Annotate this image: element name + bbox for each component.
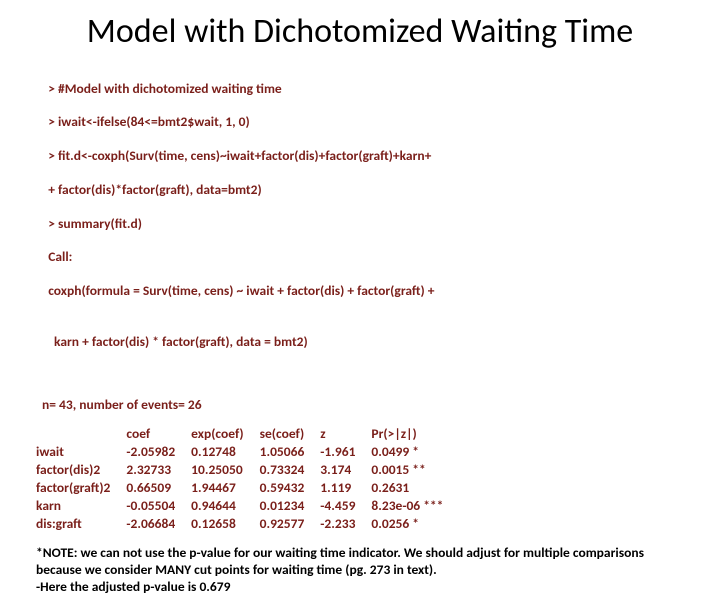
cell: 2.32733 [126, 461, 191, 479]
cell: factor(graft)2 [36, 479, 126, 497]
table-row: dis:graft -2.06684 0.12658 0.92577 -2.23… [36, 515, 459, 533]
col-header: exp(coef) [191, 425, 259, 443]
note-block: *NOTE: we can not use the p-value for ou… [36, 545, 684, 596]
note-line: *NOTE: we can not use the p-value for ou… [36, 544, 644, 578]
code-line: > #Model with dichotomized waiting time [48, 80, 282, 97]
stats-line: n= 43, number of events= 26 [42, 396, 684, 413]
cell: dis:graft [36, 515, 126, 533]
table-header-row: coef exp(coef) se(coef) z Pr(>|z|) [36, 425, 459, 443]
col-header: se(coef) [260, 425, 321, 443]
col-header: z [320, 425, 371, 443]
cell: 0.92577 [260, 515, 321, 533]
note-line: -Here the adjusted p-value is 0.679 [36, 578, 230, 595]
cell: -4.459 [320, 497, 371, 515]
col-header: Pr(>|z|) [371, 425, 459, 443]
cell: 0.12748 [191, 443, 259, 461]
slide: Model with Dichotomized Waiting Time > #… [0, 0, 720, 596]
cell: -2.233 [320, 515, 371, 533]
cell: 0.59432 [260, 479, 321, 497]
table-row: factor(graft)2 0.66509 1.94467 0.59432 1… [36, 479, 459, 497]
cell: 0.94644 [191, 497, 259, 515]
code-line: Call: [48, 248, 72, 265]
cell: 1.94467 [191, 479, 259, 497]
code-block: > #Model with dichotomized waiting time … [36, 64, 684, 385]
cell: 0.12658 [191, 515, 259, 533]
cell: 8.23e-06 *** [371, 497, 459, 515]
cell: 0.01234 [260, 497, 321, 515]
code-line: coxph(formula = Surv(time, cens) ~ iwait… [48, 282, 434, 299]
cell: 0.0499 * [371, 443, 459, 461]
code-line: > fit.d<-coxph(Surv(time, cens)~iwait+fa… [48, 147, 431, 164]
code-line: karn + factor(dis) * factor(graft), data… [36, 334, 684, 351]
cell: 3.174 [320, 461, 371, 479]
cell: 10.25050 [191, 461, 259, 479]
cell: karn [36, 497, 126, 515]
code-line: > iwait<-ifelse(84<=bmt2$wait, 1, 0) [48, 113, 250, 130]
cell: -2.05982 [126, 443, 191, 461]
table-row: factor(dis)2 2.32733 10.25050 0.73324 3.… [36, 461, 459, 479]
col-header: coef [126, 425, 191, 443]
cell: -1.961 [320, 443, 371, 461]
cell: 1.05066 [260, 443, 321, 461]
cell: iwait [36, 443, 126, 461]
cell: -0.05504 [126, 497, 191, 515]
slide-title: Model with Dichotomized Waiting Time [36, 14, 684, 50]
cell: 0.0015 ** [371, 461, 459, 479]
col-header [36, 425, 126, 443]
cell: factor(dis)2 [36, 461, 126, 479]
cell: 0.2631 [371, 479, 459, 497]
cell: 1.119 [320, 479, 371, 497]
cell: 0.73324 [260, 461, 321, 479]
code-line: > summary(fit.d) [48, 215, 142, 232]
table-row: iwait -2.05982 0.12748 1.05066 -1.961 0.… [36, 443, 459, 461]
coef-table: coef exp(coef) se(coef) z Pr(>|z|) iwait… [36, 425, 459, 533]
code-line: + factor(dis)*factor(graft), data=bmt2) [48, 181, 261, 198]
cell: 0.0256 * [371, 515, 459, 533]
cell: -2.06684 [126, 515, 191, 533]
table-row: karn -0.05504 0.94644 0.01234 -4.459 8.2… [36, 497, 459, 515]
cell: 0.66509 [126, 479, 191, 497]
